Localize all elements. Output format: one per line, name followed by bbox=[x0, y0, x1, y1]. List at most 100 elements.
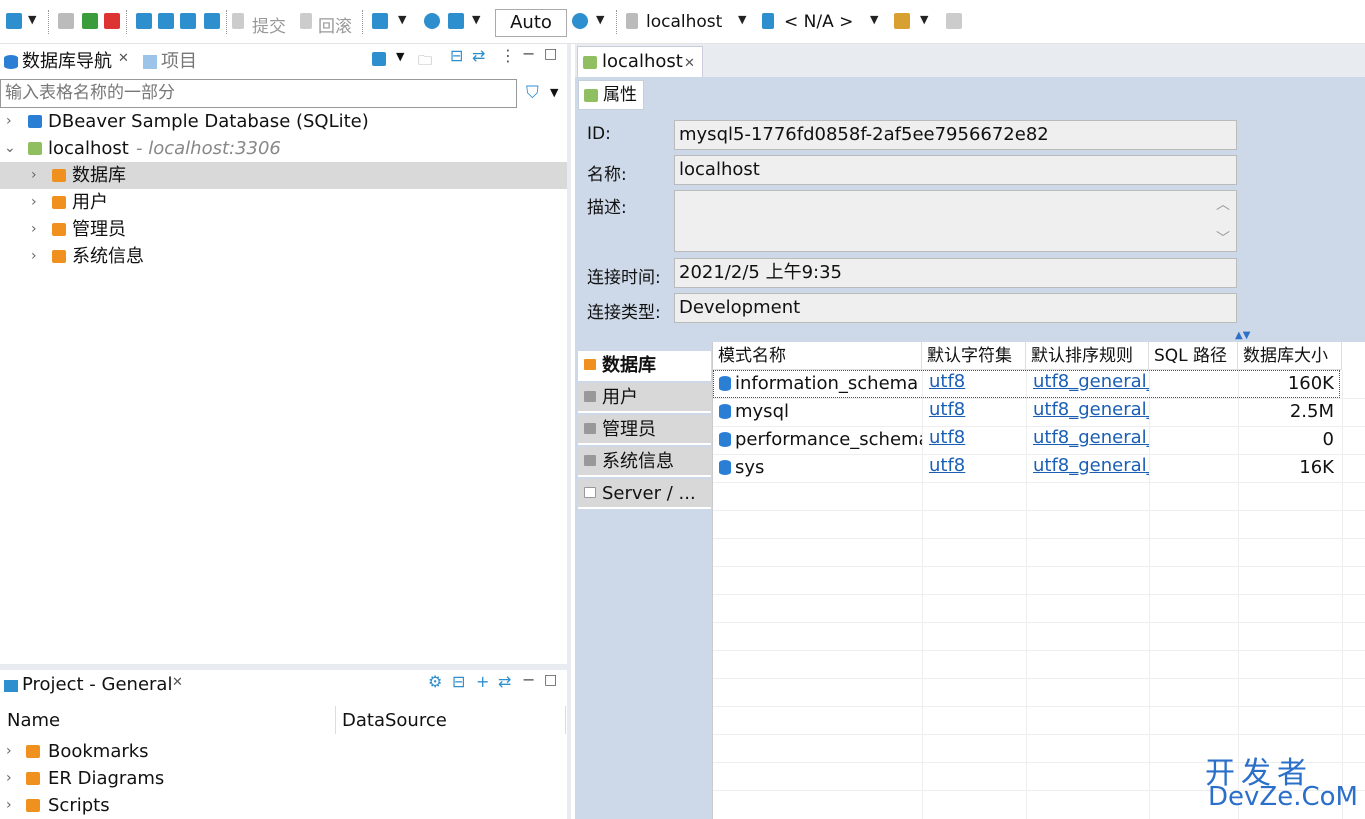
column-header-db-size[interactable]: 数据库大小 bbox=[1238, 342, 1342, 370]
pending-transactions-icon[interactable] bbox=[180, 13, 196, 29]
chevron-down-icon[interactable]: ▼ bbox=[920, 13, 928, 26]
chevron-down-icon[interactable]: ▼ bbox=[550, 86, 558, 99]
column-header-name[interactable]: Name bbox=[7, 710, 60, 731]
new-folder-icon[interactable]: 🗀 bbox=[418, 50, 432, 74]
settings-icon[interactable]: ⚙ bbox=[428, 672, 442, 691]
active-connection-selector[interactable]: localhost bbox=[646, 12, 722, 32]
collation-cell[interactable]: utf8_general_ bbox=[1028, 452, 1149, 480]
collapse-all-icon[interactable]: ⊟ bbox=[450, 46, 463, 65]
charset-cell[interactable]: utf8 bbox=[924, 452, 1024, 480]
disconnect-icon[interactable] bbox=[104, 13, 120, 29]
column-header-collation[interactable]: 默认排序规则 bbox=[1026, 342, 1149, 370]
connection-type-field[interactable]: Development bbox=[674, 293, 1237, 323]
maximize-icon[interactable]: □ bbox=[544, 672, 557, 688]
tab-localhost[interactable]: localhost ✕ bbox=[577, 46, 703, 77]
tools-icon[interactable] bbox=[894, 13, 910, 29]
tab-properties[interactable]: 属性 bbox=[578, 80, 644, 110]
schema-name-cell[interactable]: mysql bbox=[730, 398, 922, 426]
transaction-mode-icon[interactable] bbox=[136, 13, 152, 29]
chevron-right-icon[interactable]: › bbox=[6, 738, 12, 765]
charset-cell[interactable]: utf8 bbox=[924, 396, 1024, 424]
tab-database-navigator[interactable]: 数据库导航 bbox=[22, 47, 112, 77]
chevron-right-icon[interactable]: › bbox=[6, 108, 12, 135]
tree-item-er-diagrams[interactable]: › ER Diagrams bbox=[0, 765, 567, 792]
tab-databases[interactable]: 数据库 bbox=[578, 351, 711, 381]
db-size-cell[interactable]: 0 bbox=[1240, 426, 1334, 454]
collation-cell[interactable]: utf8_general_ bbox=[1028, 396, 1149, 424]
filter-icon[interactable]: ⛉ bbox=[526, 83, 539, 103]
id-field[interactable]: mysql5-1776fd0858f-2af5ee7956672e82 bbox=[674, 120, 1237, 150]
tree-item-users[interactable]: › 用户 bbox=[0, 189, 567, 216]
auto-commit-mode-button[interactable]: Auto bbox=[495, 9, 567, 37]
sql-path-cell[interactable] bbox=[1150, 426, 1238, 454]
minimize-icon[interactable]: − bbox=[522, 670, 535, 689]
tree-item-system-info[interactable]: › 系统信息 bbox=[0, 243, 567, 270]
name-field[interactable]: localhost bbox=[674, 155, 1237, 185]
tree-item-databases[interactable]: › 数据库 bbox=[0, 162, 567, 189]
tree-item-bookmarks[interactable]: › Bookmarks bbox=[0, 738, 567, 765]
chevron-down-icon[interactable]: ▼ bbox=[396, 50, 404, 63]
tab-users[interactable]: 用户 bbox=[578, 383, 711, 413]
schema-name-cell[interactable]: sys bbox=[730, 454, 922, 482]
charset-cell[interactable]: utf8 bbox=[924, 368, 1024, 396]
export-icon[interactable] bbox=[448, 13, 464, 29]
tab-project-general[interactable]: Project - General ✕ bbox=[0, 670, 190, 702]
filter-input[interactable]: 输入表格名称的一部分 bbox=[0, 79, 517, 108]
tab-system-info[interactable]: 系统信息 bbox=[578, 447, 711, 477]
format-icon[interactable] bbox=[372, 13, 388, 29]
smart-commit-icon[interactable] bbox=[204, 13, 220, 29]
dashboard-icon[interactable] bbox=[424, 13, 440, 29]
column-header-schema-name[interactable]: 模式名称 bbox=[713, 342, 922, 370]
connect-time-field[interactable]: 2021/2/5 上午9:35 bbox=[674, 258, 1237, 288]
chevron-right-icon[interactable]: › bbox=[6, 792, 12, 819]
chevron-down-icon[interactable]: ⌄ bbox=[4, 135, 16, 162]
connect-icon[interactable] bbox=[58, 13, 74, 29]
sql-path-cell[interactable] bbox=[1150, 370, 1238, 398]
chevron-down-icon[interactable]: ▼ bbox=[398, 13, 406, 26]
db-size-cell[interactable]: 160K bbox=[1240, 370, 1334, 398]
chevron-right-icon[interactable]: › bbox=[31, 216, 37, 243]
new-connection-icon[interactable] bbox=[372, 52, 386, 66]
tab-server[interactable]: Server / ... bbox=[578, 479, 711, 509]
schema-name-cell[interactable]: information_schema bbox=[730, 370, 922, 398]
description-field[interactable] bbox=[674, 190, 1237, 252]
expand-icon[interactable]: + bbox=[476, 672, 489, 691]
tree-item-localhost[interactable]: ⌄ localhost - localhost:3306 bbox=[0, 135, 567, 162]
close-icon[interactable]: ✕ bbox=[118, 51, 129, 66]
chevron-down-icon[interactable]: ▼ bbox=[28, 13, 36, 26]
tree-item-administer[interactable]: › 管理员 bbox=[0, 216, 567, 243]
column-header-sql-path[interactable]: SQL 路径 bbox=[1149, 342, 1238, 370]
view-menu-icon[interactable]: ⋮ bbox=[500, 46, 516, 65]
chevron-right-icon[interactable]: › bbox=[31, 162, 37, 189]
tree-item-sample-db[interactable]: › DBeaver Sample Database (SQLite) bbox=[0, 108, 567, 135]
chevron-down-icon[interactable]: ▼ bbox=[738, 13, 746, 26]
chevron-right-icon[interactable]: › bbox=[6, 765, 12, 792]
active-schema-selector[interactable]: < N/A > bbox=[784, 12, 853, 32]
sql-path-cell[interactable] bbox=[1150, 398, 1238, 426]
reconnect-icon[interactable] bbox=[82, 13, 98, 29]
schema-name-cell[interactable]: performance_schema bbox=[730, 426, 922, 454]
column-header-charset[interactable]: 默认字符集 bbox=[922, 342, 1026, 370]
rollback-button[interactable]: 回滚 bbox=[318, 12, 352, 37]
chevron-down-icon[interactable]: ▼ bbox=[472, 13, 480, 26]
chevron-down-icon[interactable]: ▼ bbox=[870, 13, 878, 26]
chevron-down-icon[interactable]: ▼ bbox=[596, 13, 604, 26]
transaction-log-icon[interactable] bbox=[158, 13, 174, 29]
collapse-all-icon[interactable]: ⊟ bbox=[452, 672, 465, 691]
column-header-datasource[interactable]: DataSource bbox=[342, 710, 447, 731]
close-icon[interactable]: ✕ bbox=[684, 49, 695, 79]
maximize-icon[interactable]: □ bbox=[544, 46, 557, 62]
scroll-down-icon[interactable]: ﹀ bbox=[1216, 228, 1230, 248]
tab-administer[interactable]: 管理员 bbox=[578, 415, 711, 445]
sql-path-cell[interactable] bbox=[1150, 454, 1238, 482]
tree-item-scripts[interactable]: › Scripts bbox=[0, 792, 567, 819]
chevron-right-icon[interactable]: › bbox=[31, 243, 37, 270]
charset-cell[interactable]: utf8 bbox=[924, 424, 1024, 452]
close-icon[interactable]: ✕ bbox=[172, 675, 183, 690]
link-with-editor-icon[interactable]: ⇄ bbox=[472, 46, 485, 65]
link-with-editor-icon[interactable]: ⇄ bbox=[498, 672, 511, 691]
scroll-up-icon[interactable]: ︿ bbox=[1216, 194, 1230, 214]
collation-cell[interactable]: utf8_general_ bbox=[1028, 424, 1149, 452]
collation-cell[interactable]: utf8_general_ bbox=[1028, 368, 1149, 396]
new-connection-icon[interactable] bbox=[6, 13, 22, 29]
